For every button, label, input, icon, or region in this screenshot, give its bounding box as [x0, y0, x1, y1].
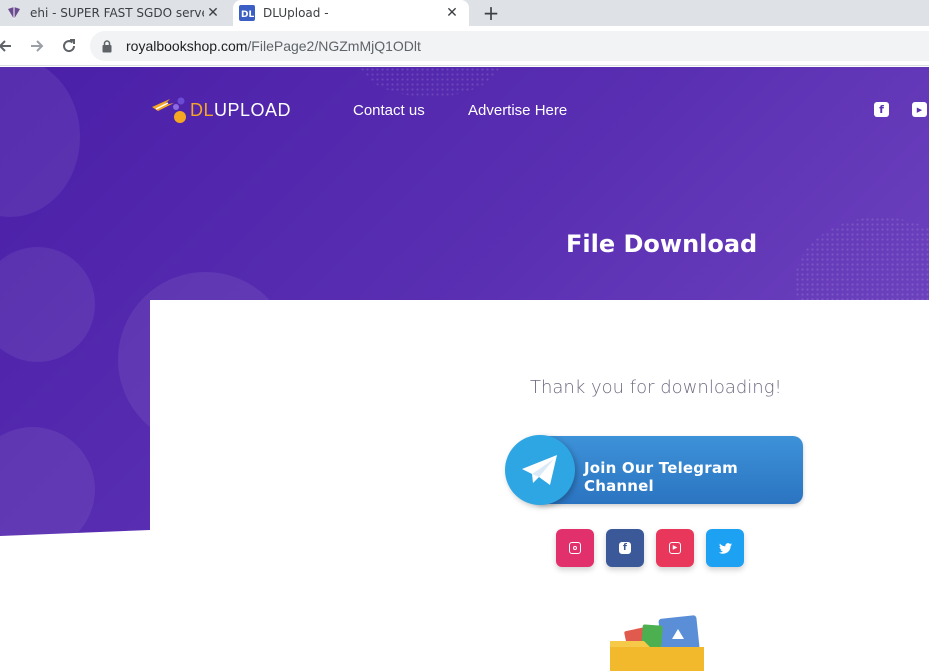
site-favicon-icon: [6, 5, 22, 21]
lock-icon: [102, 39, 116, 53]
decorative-circle: [0, 247, 95, 362]
browser-tab[interactable]: ehi - SUPER FAST SGDO server= s ✕: [0, 0, 230, 26]
page-title: File Download: [566, 230, 758, 258]
page-content: DLUPLOAD Contact us Advertise Here f ▶ F…: [0, 67, 929, 671]
telegram-button-label: Join Our Telegram Channel: [584, 459, 738, 495]
logo-text-suffix: UPLOAD: [214, 99, 292, 120]
back-arrow-icon[interactable]: [0, 35, 16, 57]
logo-text-prefix: DL: [190, 99, 215, 120]
logo-emblem-icon: [152, 97, 186, 123]
thank-you-message: Thank you for downloading!: [530, 377, 782, 398]
facebook-button[interactable]: f: [606, 529, 644, 567]
instagram-icon: [569, 542, 581, 554]
telegram-icon: [505, 435, 575, 505]
join-telegram-button[interactable]: Join Our Telegram Channel: [505, 435, 803, 505]
close-tab-icon[interactable]: ✕: [204, 4, 222, 22]
youtube-icon: ▶: [669, 542, 681, 554]
decorative-dots: [360, 67, 500, 97]
youtube-button[interactable]: ▶: [656, 529, 694, 567]
close-tab-icon[interactable]: ✕: [443, 4, 461, 22]
decorative-circle: [0, 427, 95, 536]
logo-text: DLUPLOAD: [190, 100, 291, 121]
nav-contact-us[interactable]: Contact us: [353, 102, 425, 119]
address-bar[interactable]: royalbookshop.com/FilePage2/NGZmMjQ1ODlt: [90, 31, 929, 61]
instagram-button[interactable]: [556, 529, 594, 567]
dlupload-favicon-icon: DL: [239, 5, 255, 21]
twitter-button[interactable]: [706, 529, 744, 567]
new-tab-button[interactable]: +: [480, 1, 502, 25]
url-path: /FilePage2/NGZmMjQ1ODlt: [247, 38, 421, 54]
tab-title: DLUpload -: [263, 6, 329, 20]
forward-arrow-icon[interactable]: [26, 35, 48, 57]
facebook-icon[interactable]: f: [874, 102, 889, 117]
browser-tab-active[interactable]: DL DLUpload - ✕: [233, 0, 469, 26]
site-logo[interactable]: DLUPLOAD: [150, 95, 291, 125]
nav-advertise-here[interactable]: Advertise Here: [468, 102, 567, 119]
folder-illustration-icon: [608, 615, 706, 671]
reload-icon[interactable]: [58, 35, 80, 57]
browser-toolbar: royalbookshop.com/FilePage2/NGZmMjQ1ODlt: [0, 26, 929, 66]
decorative-circle: [0, 67, 80, 217]
facebook-icon: f: [619, 542, 631, 554]
url-text: royalbookshop.com/FilePage2/NGZmMjQ1ODlt: [126, 38, 421, 54]
twitter-icon: [718, 542, 732, 554]
svg-text:DL: DL: [241, 10, 254, 20]
browser-tab-strip: ehi - SUPER FAST SGDO server= s ✕ DL DLU…: [0, 0, 929, 26]
url-domain: royalbookshop.com: [126, 38, 248, 54]
tab-title: ehi - SUPER FAST SGDO server= s: [30, 6, 204, 20]
youtube-icon[interactable]: ▶: [912, 102, 927, 117]
